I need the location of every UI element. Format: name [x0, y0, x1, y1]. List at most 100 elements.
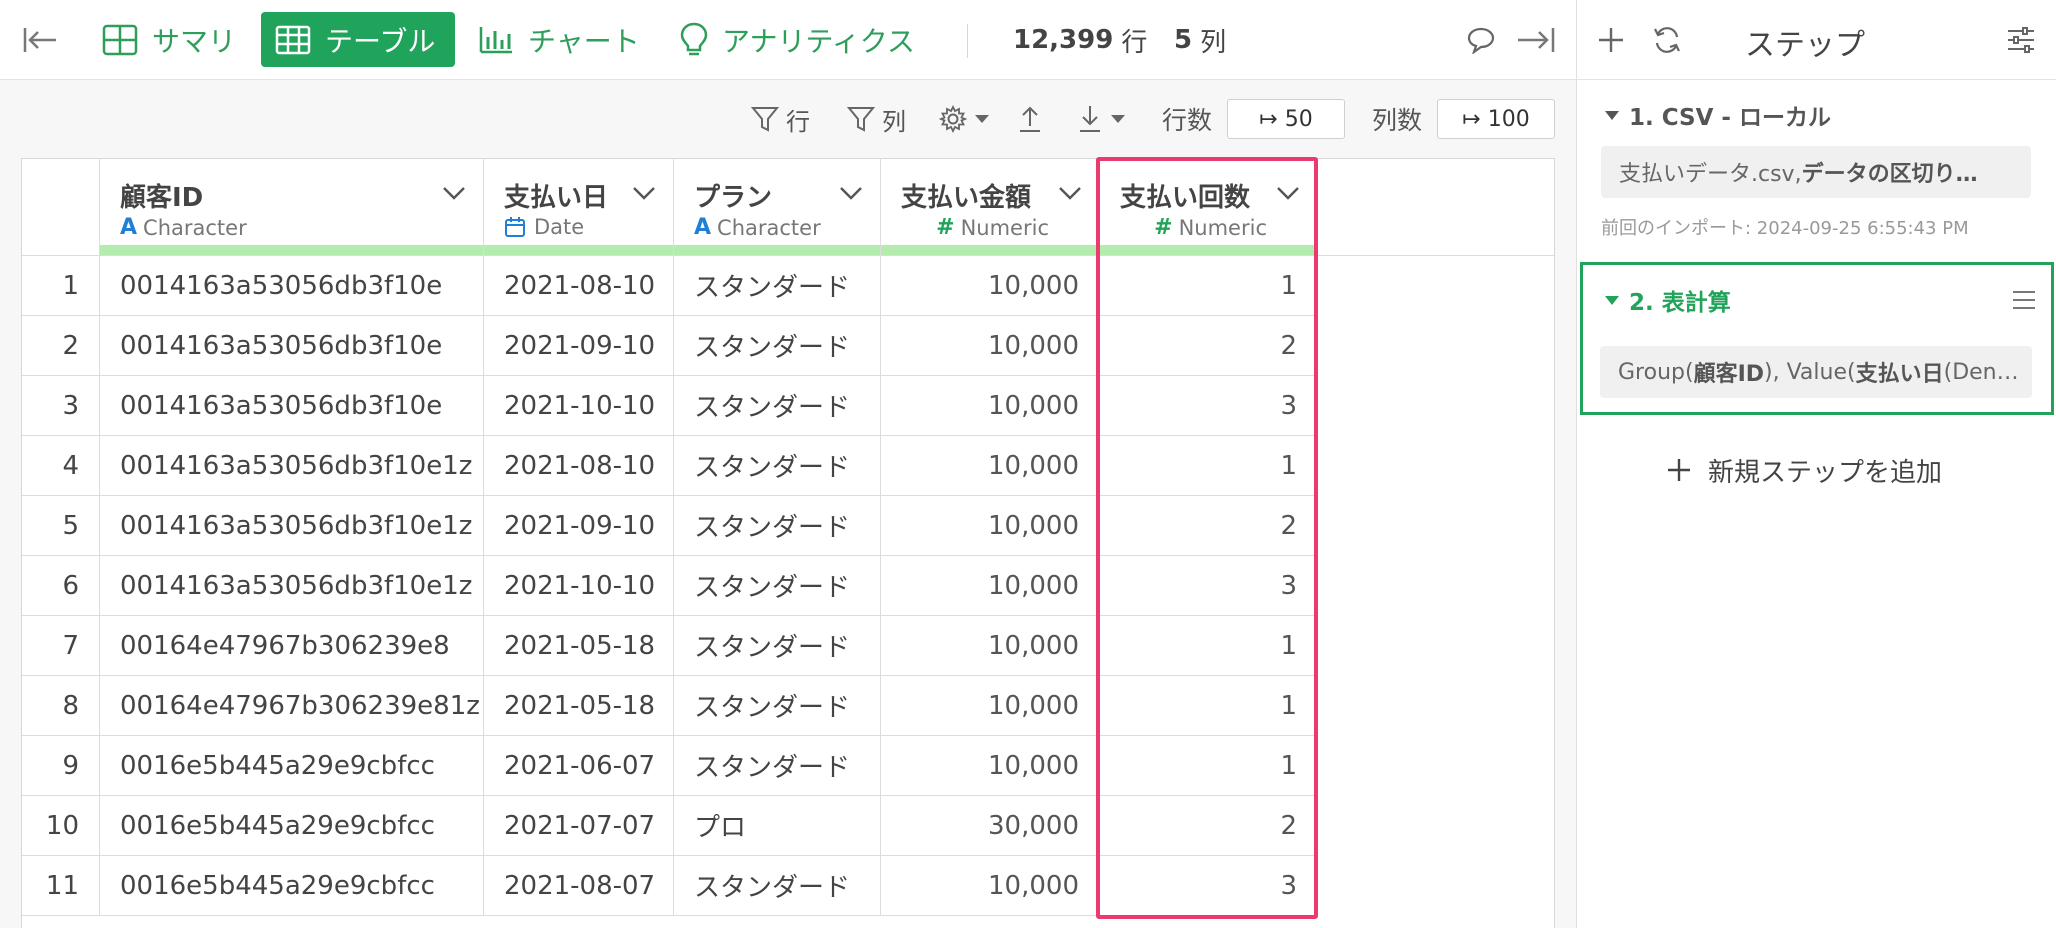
cell-payment-amount[interactable]: 10,000 [881, 316, 1100, 376]
cell-payment-date[interactable]: 2021-07-07 [484, 796, 674, 856]
cell-payment-count[interactable]: 3 [1100, 856, 1318, 916]
cell-customer-id[interactable]: 0016e5b445a29e9cbfcc [100, 856, 484, 916]
cell-payment-count[interactable]: 2 [1100, 796, 1318, 856]
cols-count-input[interactable]: ↦ 100 [1437, 99, 1555, 139]
step-table-calc[interactable]: 2. 表計算 Group(顧客ID), Value(支払い日 (Den… [1580, 262, 2054, 415]
chevron-down-icon[interactable] [441, 183, 467, 203]
cell-customer-id[interactable]: 00164e47967b306239e8 [100, 616, 484, 676]
cell-plan[interactable]: スタンダード [674, 316, 881, 376]
cell-payment-date[interactable]: 2021-09-10 [484, 496, 674, 556]
cell-customer-id[interactable]: 00164e47967b306239e81z [100, 676, 484, 736]
cell-customer-id[interactable]: 0016e5b445a29e9cbfcc [100, 736, 484, 796]
tab-summary[interactable]: サマリ [88, 12, 250, 67]
tab-table[interactable]: テーブル [261, 12, 455, 67]
collapse-left-icon[interactable] [20, 22, 60, 58]
cell-payment-count[interactable]: 1 [1100, 256, 1318, 316]
settings-dropdown[interactable] [938, 100, 996, 138]
step-detail[interactable]: Group(顧客ID), Value(支払い日 (Den… [1600, 346, 2032, 398]
cell-payment-count[interactable]: 1 [1100, 736, 1318, 796]
collapse-triangle-icon[interactable] [1605, 295, 1619, 305]
table-icon [275, 25, 311, 54]
upload-button[interactable] [1016, 100, 1050, 138]
cell-payment-amount[interactable]: 10,000 [881, 436, 1100, 496]
chevron-down-icon[interactable] [838, 183, 864, 203]
cell-customer-id[interactable]: 0014163a53056db3f10e [100, 376, 484, 436]
cell-payment-amount[interactable]: 10,000 [881, 856, 1100, 916]
cell-payment-amount[interactable]: 10,000 [881, 496, 1100, 556]
hamburger-menu-icon[interactable] [2011, 289, 2037, 311]
column-header-payment-date[interactable]: 支払い日 Date [484, 159, 674, 256]
cell-payment-date[interactable]: 2021-09-10 [484, 316, 674, 376]
table-toolbar: 行 列 行数 ↦ 50 列数 ↦ 100 [0, 80, 1576, 158]
cell-payment-count[interactable]: 2 [1100, 316, 1318, 376]
cell-payment-date[interactable]: 2021-05-18 [484, 676, 674, 736]
chevron-down-icon[interactable] [1275, 183, 1301, 203]
cell-payment-count[interactable]: 1 [1100, 436, 1318, 496]
cell-payment-date[interactable]: 2021-10-10 [484, 556, 674, 616]
cell-customer-id[interactable]: 0014163a53056db3f10e1z [100, 496, 484, 556]
add-icon[interactable] [1591, 22, 1631, 58]
row-filter-button[interactable]: 行 [750, 100, 810, 138]
refresh-icon[interactable] [1647, 22, 1687, 58]
cell-plan[interactable]: スタンダード [674, 616, 881, 676]
cell-customer-id[interactable]: 0014163a53056db3f10e [100, 256, 484, 316]
chevron-down-icon[interactable] [1057, 183, 1083, 203]
cell-payment-count[interactable]: 3 [1100, 556, 1318, 616]
cell-payment-date[interactable]: 2021-08-07 [484, 856, 674, 916]
cell-plan[interactable]: スタンダード [674, 376, 881, 436]
cell-payment-date[interactable]: 2021-08-10 [484, 256, 674, 316]
cell-payment-amount[interactable]: 10,000 [881, 676, 1100, 736]
cell-payment-amount[interactable]: 10,000 [881, 556, 1100, 616]
cell-payment-count[interactable]: 1 [1100, 676, 1318, 736]
tab-chart[interactable]: チャート [464, 12, 654, 67]
download-dropdown[interactable] [1076, 100, 1132, 138]
cell-payment-date[interactable]: 2021-06-07 [484, 736, 674, 796]
cell-payment-amount[interactable]: 10,000 [881, 736, 1100, 796]
tab-analytics[interactable]: アナリティクス [666, 12, 929, 67]
row-count: 12,399 行 [1013, 22, 1147, 58]
filter-icon [750, 107, 780, 132]
cell-plan[interactable]: スタンダード [674, 556, 881, 616]
collapse-triangle-icon[interactable] [1605, 110, 1619, 120]
cell-customer-id[interactable]: 0014163a53056db3f10e [100, 316, 484, 376]
cell-payment-count[interactable]: 1 [1100, 616, 1318, 676]
rows-count-input[interactable]: ↦ 50 [1227, 99, 1345, 139]
column-header-plan[interactable]: プラン A Character [674, 159, 881, 256]
table-row: 9 0016e5b445a29e9cbfcc 2021-06-07 スタンダード… [22, 736, 1554, 796]
upload-icon [1020, 106, 1040, 132]
cell-plan[interactable]: スタンダード [674, 436, 881, 496]
cell-payment-amount[interactable]: 10,000 [881, 256, 1100, 316]
column-type: Date [504, 215, 584, 239]
add-step-button[interactable]: 新規ステップを追加 [1666, 450, 1942, 490]
collapse-right-icon[interactable] [1516, 22, 1556, 58]
cell-customer-id[interactable]: 0014163a53056db3f10e1z [100, 556, 484, 616]
cell-plan[interactable]: スタンダード [674, 856, 881, 916]
column-header-customer-id[interactable]: 顧客ID A Character [100, 159, 484, 256]
cell-payment-amount[interactable]: 30,000 [881, 796, 1100, 856]
table-row: 7 00164e47967b306239e8 2021-05-18 スタンダード… [22, 616, 1554, 676]
cell-payment-date[interactable]: 2021-08-10 [484, 436, 674, 496]
comment-icon[interactable] [1461, 22, 1501, 58]
cell-customer-id[interactable]: 0016e5b445a29e9cbfcc [100, 796, 484, 856]
step-detail[interactable]: 支払いデータ.csv, データの区切り… [1601, 146, 2031, 198]
cell-plan[interactable]: スタンダード [674, 256, 881, 316]
cell-payment-count[interactable]: 3 [1100, 376, 1318, 436]
cell-payment-amount[interactable]: 10,000 [881, 376, 1100, 436]
cell-payment-date[interactable]: 2021-10-10 [484, 376, 674, 436]
step-detail-text: 支払いデータ.csv, [1619, 162, 1802, 187]
chevron-down-icon[interactable] [631, 183, 657, 203]
cell-plan[interactable]: スタンダード [674, 496, 881, 556]
cell-plan[interactable]: プロ [674, 796, 881, 856]
step-csv-local[interactable]: 1. CSV - ローカル 支払いデータ.csv, データの区切り… 前回のイン… [1601, 96, 2041, 240]
cell-customer-id[interactable]: 0014163a53056db3f10e1z [100, 436, 484, 496]
cell-payment-amount[interactable]: 10,000 [881, 616, 1100, 676]
column-filter-button[interactable]: 列 [846, 100, 906, 138]
column-header-payment-amount[interactable]: 支払い金額 # Numeric [881, 159, 1100, 256]
column-filter-label: 列 [882, 107, 906, 136]
cell-plan[interactable]: スタンダード [674, 676, 881, 736]
cell-payment-date[interactable]: 2021-05-18 [484, 616, 674, 676]
sliders-icon[interactable] [2001, 22, 2041, 58]
column-header-payment-count[interactable]: 支払い回数 # Numeric [1100, 159, 1318, 256]
cell-plan[interactable]: スタンダード [674, 736, 881, 796]
cell-payment-count[interactable]: 2 [1100, 496, 1318, 556]
